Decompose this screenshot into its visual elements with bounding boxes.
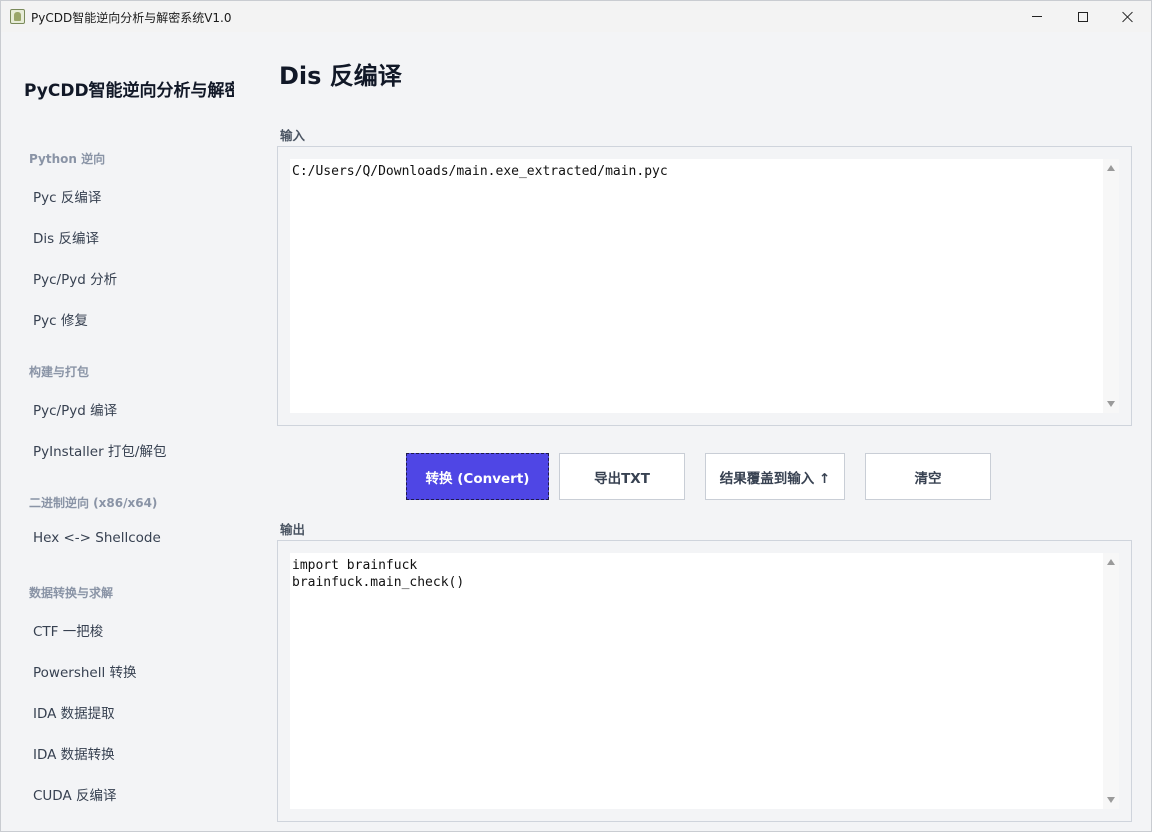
sidebar-item-ctf[interactable]: CTF 一把梭 — [33, 620, 103, 640]
app-icon — [10, 9, 25, 24]
export-txt-button[interactable]: 导出TXT — [559, 453, 685, 500]
input-textarea[interactable]: C:/Users/Q/Downloads/main.exe_extracted/… — [290, 159, 1103, 413]
section-title-data: 数据转换与求解 — [29, 586, 114, 600]
section-title-python: Python 逆向 — [29, 152, 106, 166]
section-title-binary: 二进制逆向 (x86/x64) — [29, 496, 158, 510]
output-scrollbar[interactable] — [1103, 553, 1119, 809]
section-title-build: 构建与打包 — [29, 365, 90, 379]
sidebar-item-ida-convert[interactable]: IDA 数据转换 — [33, 743, 115, 763]
maximize-button[interactable] — [1060, 1, 1106, 32]
input-label: 输入 — [280, 128, 306, 143]
input-scrollbar[interactable] — [1103, 159, 1119, 413]
close-button[interactable] — [1105, 1, 1151, 32]
input-frame: C:/Users/Q/Downloads/main.exe_extracted/… — [277, 146, 1132, 426]
sidebar-item-pyinstaller[interactable]: PyInstaller 打包/解包 — [33, 440, 166, 460]
window-title: PyCDD智能逆向分析与解密系统V1.0 — [31, 11, 232, 25]
sidebar-item-pyc-pyd-analysis[interactable]: Pyc/Pyd 分析 — [33, 268, 117, 288]
scroll-down-icon[interactable] — [1107, 401, 1115, 407]
sidebar-item-ida-extract[interactable]: IDA 数据提取 — [33, 702, 115, 722]
clear-button[interactable]: 清空 — [865, 453, 991, 500]
overwrite-input-button[interactable]: 结果覆盖到输入 ↑ — [705, 453, 845, 500]
sidebar-item-pyc-pyd-compile[interactable]: Pyc/Pyd 编译 — [33, 399, 117, 419]
sidebar-item-dis-decompile[interactable]: Dis 反编译 — [33, 227, 99, 247]
scroll-up-icon[interactable] — [1107, 165, 1115, 171]
minimize-button[interactable] — [1014, 1, 1060, 32]
app-window: PyCDD智能逆向分析与解密系统V1.0 PyCDD智能逆向分析与解密 Pyth… — [0, 0, 1152, 832]
output-label: 输出 — [280, 522, 306, 537]
output-textarea[interactable]: import brainfuck brainfuck.main_check() — [290, 553, 1103, 809]
sidebar-item-hex-shellcode[interactable]: Hex <-> Shellcode — [33, 530, 161, 546]
close-icon — [1122, 11, 1134, 23]
sidebar-brand: PyCDD智能逆向分析与解密 — [24, 81, 234, 101]
sidebar: PyCDD智能逆向分析与解密 Python 逆向 Pyc 反编译 Dis 反编译… — [1, 32, 251, 831]
main-panel: Dis 反编译 输入 C:/Users/Q/Downloads/main.exe… — [251, 32, 1151, 831]
page-title: Dis 反编译 — [279, 62, 402, 90]
sidebar-item-pyc-decompile[interactable]: Pyc 反编译 — [33, 186, 101, 206]
minimize-icon — [1032, 16, 1042, 17]
sidebar-item-pyc-repair[interactable]: Pyc 修复 — [33, 309, 88, 329]
scroll-down-icon[interactable] — [1107, 797, 1115, 803]
title-bar: PyCDD智能逆向分析与解密系统V1.0 — [1, 1, 1151, 32]
convert-button[interactable]: 转换 (Convert) — [406, 453, 549, 500]
output-frame: import brainfuck brainfuck.main_check() — [277, 540, 1132, 822]
maximize-icon — [1078, 11, 1088, 22]
sidebar-item-powershell[interactable]: Powershell 转换 — [33, 661, 137, 681]
scroll-up-icon[interactable] — [1107, 559, 1115, 565]
sidebar-item-cuda-decompile[interactable]: CUDA 反编译 — [33, 784, 117, 804]
